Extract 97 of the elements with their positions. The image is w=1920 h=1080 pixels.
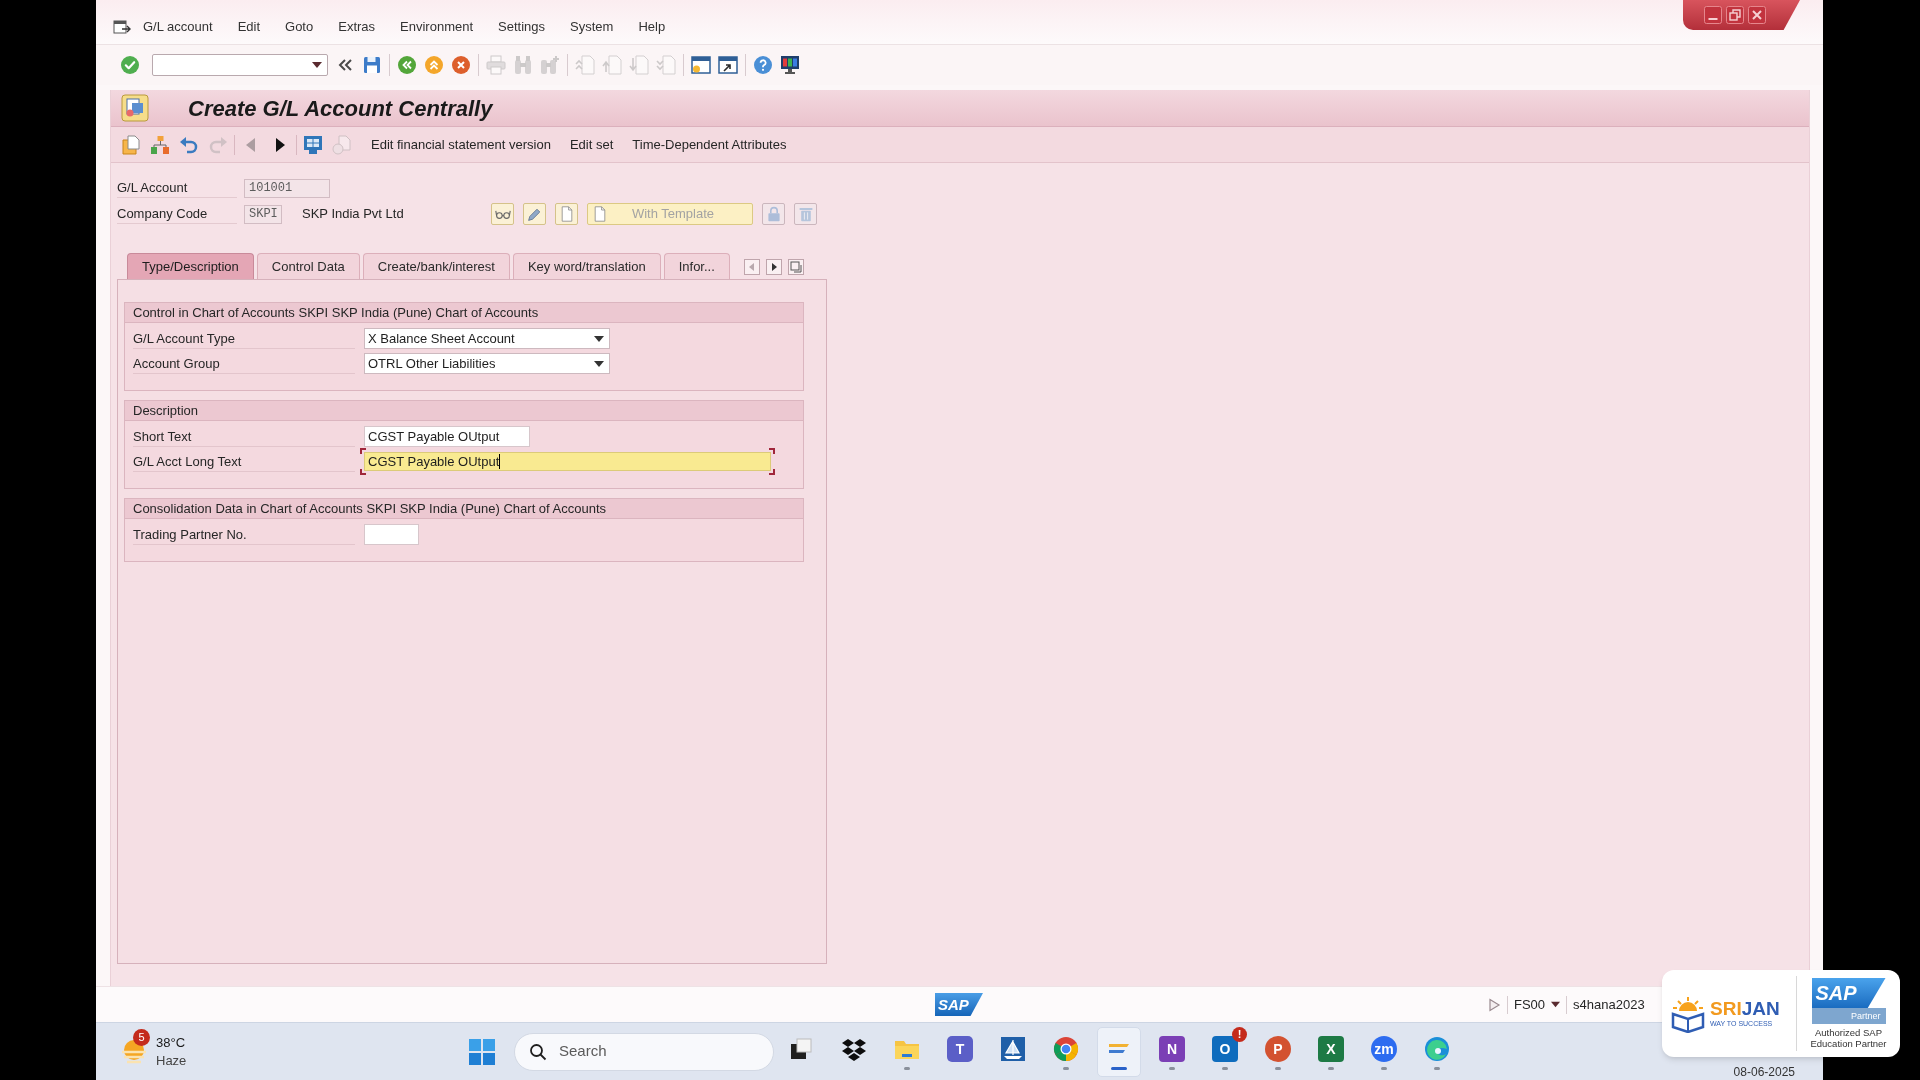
table-window-icon[interactable] (303, 134, 323, 155)
window-title: Create G/L Account Centrally (188, 94, 493, 123)
menu-item[interactable]: Environment (400, 17, 474, 36)
book-sun-icon (1669, 994, 1707, 1033)
company-name: SKP India Pvt Ltd (302, 205, 405, 224)
lock-icon (765, 206, 782, 222)
temperature-text: 38°C (156, 1033, 187, 1052)
hierarchy-icon[interactable] (150, 134, 170, 155)
field-label: G/L Acct Long Text (133, 451, 355, 472)
taskbar-button[interactable]: T (938, 1026, 982, 1077)
input-field[interactable]: CGST Payable OUtput (364, 426, 530, 447)
sailboat-tile-icon (1000, 1035, 1026, 1062)
taskbar-button[interactable]: P (1256, 1026, 1300, 1077)
taskbar-button[interactable]: zm (1362, 1026, 1406, 1077)
undo-icon[interactable] (179, 134, 199, 155)
check-icon[interactable] (120, 55, 140, 75)
menu-item[interactable]: Goto (285, 17, 314, 36)
caret-down-icon (594, 333, 604, 344)
letter-tile-icon: zm (1371, 1035, 1397, 1062)
taskbar-button[interactable]: X (1309, 1026, 1353, 1077)
tab[interactable]: Infor... (663, 253, 730, 279)
document-stack-icon[interactable] (121, 134, 141, 155)
tab[interactable]: Key word/translation (512, 253, 661, 279)
transaction-dropdown[interactable]: FS00 (1514, 994, 1561, 1015)
taskbar-button[interactable]: O ! (1203, 1026, 1247, 1077)
search-field[interactable]: Search (514, 1032, 774, 1071)
close-icon[interactable] (1748, 6, 1766, 24)
command-field[interactable] (152, 54, 328, 76)
menu-item[interactable]: Extras (338, 17, 376, 36)
toolbar-button[interactable]: Time-Dependent Attributes (632, 134, 787, 155)
letter-tile-icon: P (1265, 1035, 1291, 1062)
restore-icon[interactable] (1726, 6, 1744, 24)
field-label: Company Code (117, 204, 237, 224)
letter-tile-icon: X (1318, 1035, 1344, 1062)
cancel-icon[interactable] (451, 55, 471, 75)
caret-down-icon (1551, 1000, 1561, 1009)
display-change-button[interactable] (491, 203, 514, 225)
read-only-field: SKPI (244, 204, 282, 224)
window-stack-icon (788, 1035, 814, 1062)
help-icon[interactable] (753, 55, 773, 75)
letter-tile-icon: N (1159, 1035, 1185, 1062)
toolbar-button[interactable]: Edit set (569, 134, 614, 155)
save-icon[interactable] (362, 55, 382, 75)
tab[interactable]: Type/Description (127, 253, 254, 279)
menu-item[interactable]: Edit (237, 17, 261, 36)
menu-item[interactable]: System (570, 17, 614, 36)
field-label: Short Text (133, 426, 355, 447)
field-label: G/L Account (117, 178, 237, 198)
caret-left-icon[interactable] (743, 259, 760, 275)
field-label: Account Group (133, 353, 355, 374)
wave-circle-icon (1424, 1035, 1450, 1062)
dropdown[interactable]: OTRL Other Liabilities (364, 353, 610, 374)
logo: SAP (935, 993, 983, 1016)
menu-item[interactable]: Help (638, 17, 666, 36)
create-button[interactable] (555, 203, 578, 225)
menu-item[interactable]: Settings (498, 17, 546, 36)
partner-logo: SAP Partner (1811, 978, 1886, 1024)
letter-tile-icon: T (947, 1035, 973, 1062)
start-icon[interactable] (468, 1037, 496, 1066)
date-text: 08-06-2025 (1733, 1064, 1795, 1080)
monitor-icon[interactable] (780, 55, 800, 75)
back-icon[interactable] (397, 55, 417, 75)
search-icon (529, 1042, 547, 1061)
field-label: G/L Account Type (133, 328, 355, 349)
input-field[interactable] (364, 524, 419, 545)
dropdown[interactable]: X Balance Sheet Account (364, 328, 610, 349)
group-header: Control in Chart of Accounts SKPI SKP India (Pune) Chart of Accounts (125, 303, 803, 323)
read-only-field: 101001 (244, 178, 330, 198)
letter-tile-icon: O (1212, 1035, 1238, 1062)
document-icon (592, 206, 608, 222)
taskbar-button[interactable]: N (1150, 1026, 1194, 1077)
menu-item[interactable]: G/L account (143, 17, 213, 36)
group-header: Consolidation Data in Chart of Accounts SKPI SKP India (Pune) Chart of Accounts (125, 499, 803, 519)
tricolor-circle-icon (1053, 1035, 1079, 1062)
edit-button[interactable] (523, 203, 546, 225)
minimize-icon[interactable] (1704, 6, 1722, 24)
tab-list-icon[interactable] (787, 259, 804, 275)
window-menu-icon[interactable] (113, 17, 131, 36)
document-tile-icon (121, 94, 149, 122)
caret-right-icon[interactable] (765, 259, 782, 275)
toolbar-button[interactable]: Edit financial statement version (371, 134, 551, 155)
pencil-icon (526, 206, 543, 222)
notification-badge: 5 (133, 1028, 150, 1046)
field-label: Trading Partner No. (133, 524, 355, 545)
partner-caption: Authorized SAP Education Partner (1809, 1027, 1888, 1049)
tab[interactable]: Control Data (256, 253, 360, 279)
tab[interactable]: Create/bank/interest (362, 253, 510, 279)
alert-badge: ! (1232, 1026, 1247, 1042)
caret-down-icon (594, 358, 604, 369)
group-header: Description (125, 401, 803, 421)
double-chevron-up-icon[interactable] (424, 55, 444, 75)
trash-icon (797, 206, 814, 222)
weather-condition: Haze (156, 1051, 187, 1070)
play-icon[interactable] (1487, 997, 1501, 1012)
system-name: s4hana2023 (1573, 995, 1645, 1014)
caret-down-icon (312, 60, 322, 70)
brand-name: SRIJAN (1710, 999, 1780, 1019)
